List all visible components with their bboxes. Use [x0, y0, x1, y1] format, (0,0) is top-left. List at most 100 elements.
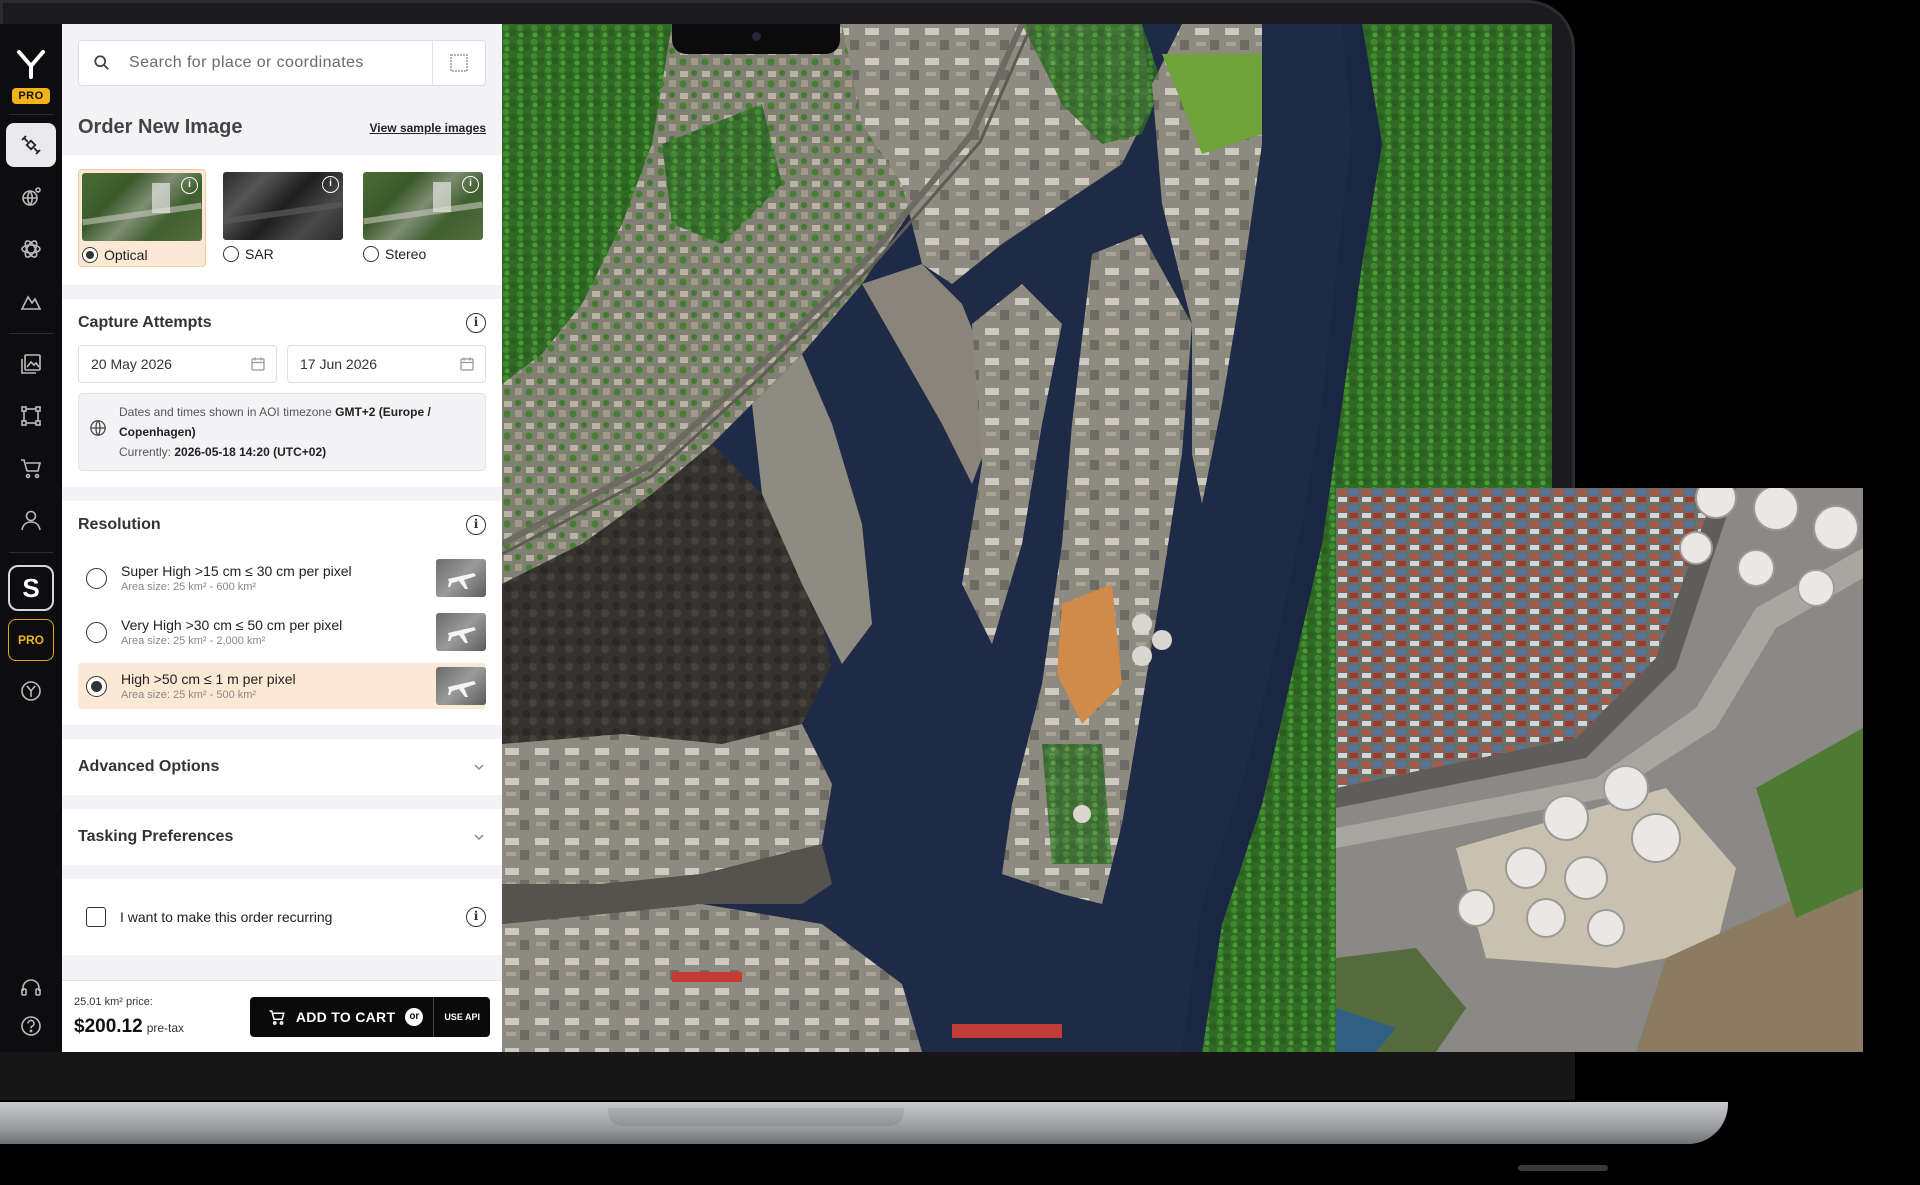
order-title: Order New Image: [78, 116, 243, 138]
resolution-option-very-high[interactable]: Very High >30 cm ≤ 50 cm per pixel Area …: [78, 609, 486, 655]
area-price-label: 25.01 km² price:: [74, 995, 153, 1008]
airplane-icon: [448, 573, 476, 589]
laptop-foot: [1518, 1165, 1608, 1171]
high-radio[interactable]: [86, 675, 107, 697]
laptop-opening-notch: [608, 1108, 904, 1126]
rail-aoi-button[interactable]: [6, 394, 56, 438]
calendar-icon: [251, 357, 265, 371]
select-area-icon: [450, 54, 468, 72]
resolution-option-super-high[interactable]: Super High >15 cm ≤ 30 cm per pixel Area…: [78, 555, 486, 601]
resolution-section: Resolution i Super High >15 cm ≤ 30 cm p…: [62, 501, 502, 725]
rail-terrain-button[interactable]: [6, 279, 56, 323]
view-sample-images-link[interactable]: View sample images: [369, 121, 486, 135]
info-icon[interactable]: i: [466, 313, 486, 333]
sar-radio[interactable]: [223, 246, 239, 262]
order-panel: Order New Image View sample images i Opt…: [62, 24, 502, 1052]
add-to-cart-label: ADD TO CART: [295, 1008, 396, 1025]
rail-analytics-button[interactable]: [6, 227, 56, 271]
sar-label: SAR: [245, 246, 274, 262]
high-area: Area size: 25 km² - 500 km²: [121, 689, 257, 701]
high-sample-image: [436, 667, 486, 705]
very-high-title: Very High >30 cm ≤ 50 cm per pixel: [121, 617, 343, 633]
info-icon[interactable]: i: [466, 515, 486, 535]
current-time-value: 2026-05-18 14:20 (UTC+02): [174, 445, 327, 459]
add-to-cart-button[interactable]: ADD TO CART or USE API: [249, 996, 490, 1037]
very-high-area: Area size: 25 km² - 2,000 km²: [121, 635, 266, 647]
stereo-label: Stereo: [385, 246, 427, 262]
user-icon: [21, 510, 41, 531]
camera-icon: [752, 32, 761, 41]
sar-thumbnail: i: [223, 172, 343, 240]
use-api-button[interactable]: USE API: [433, 996, 480, 1037]
globe-icon: [90, 420, 106, 436]
chevron-down-icon: [474, 764, 484, 771]
search-input[interactable]: [127, 53, 432, 73]
advanced-options-toggle[interactable]: Advanced Options: [62, 739, 502, 795]
draw-aoi-button[interactable]: [432, 41, 485, 85]
support-headset-icon[interactable]: [19, 976, 43, 1000]
inset-imagery: [1336, 488, 1863, 1052]
atom-icon: [21, 240, 41, 258]
rail-account-button[interactable]: [6, 498, 56, 542]
rail-pro-button[interactable]: PRO: [8, 619, 54, 661]
search-icon: [94, 55, 109, 70]
rail-s-button[interactable]: S: [8, 565, 54, 611]
cart-icon: [21, 459, 42, 479]
calendar-icon: [460, 357, 474, 371]
airplane-icon: [448, 681, 476, 697]
super-high-title: Super High >15 cm ≤ 30 cm per pixel: [121, 563, 352, 579]
rail-satellite-button[interactable]: [6, 123, 56, 167]
rail-bottom-group: [19, 976, 43, 1038]
info-icon[interactable]: i: [322, 176, 339, 193]
zoom-inset-image: [1336, 488, 1863, 1052]
info-icon[interactable]: i: [462, 176, 479, 193]
recurring-order-row: I want to make this order recurring i: [62, 879, 502, 955]
stereo-radio[interactable]: [363, 246, 379, 262]
info-icon[interactable]: i: [181, 177, 198, 194]
start-date-field[interactable]: 20 May 2026: [78, 345, 277, 383]
search-bar: [78, 40, 486, 86]
rail-cart-button[interactable]: [6, 446, 56, 490]
terrain-icon: [20, 295, 42, 310]
capture-attempts-title: Capture Attempts: [78, 314, 212, 331]
price-value: $200.12: [74, 1015, 143, 1037]
brand-circle-icon: [21, 681, 41, 701]
tasking-preferences-toggle[interactable]: Tasking Preferences: [62, 809, 502, 865]
rail-divider: [9, 333, 53, 334]
satellite-icon: [21, 135, 41, 155]
airplane-icon: [448, 627, 476, 643]
rail-divider: [9, 552, 53, 553]
image-type-stereo[interactable]: i Stereo: [360, 169, 486, 267]
end-date-field[interactable]: 17 Jun 2026: [287, 345, 486, 383]
optical-thumbnail: i: [82, 173, 202, 241]
start-date-value: 20 May 2026: [91, 356, 172, 372]
very-high-radio[interactable]: [86, 621, 107, 643]
current-time-prefix: Currently:: [119, 445, 172, 459]
optical-label: Optical: [104, 247, 148, 263]
very-high-sample-image: [436, 613, 486, 651]
rail-monitor-button[interactable]: [6, 175, 56, 219]
recurring-label: I want to make this order recurring: [120, 909, 333, 925]
crop-frame-icon: [21, 406, 41, 426]
super-high-radio[interactable]: [86, 567, 107, 589]
help-icon[interactable]: [19, 1014, 43, 1038]
resolution-option-high[interactable]: High >50 cm ≤ 1 m per pixel Area size: 2…: [78, 663, 486, 709]
rail-divider: [9, 114, 53, 115]
optical-radio[interactable]: [82, 247, 98, 263]
chevron-down-icon: [474, 834, 484, 841]
end-date-value: 17 Jun 2026: [300, 356, 378, 372]
rail-brand-button[interactable]: [6, 669, 56, 713]
image-type-optical[interactable]: i Optical: [78, 169, 206, 267]
camera-notch: [672, 24, 840, 54]
rail-gallery-button[interactable]: [6, 342, 56, 386]
capture-attempts-section: Capture Attempts i 20 May 2026 17 Jun 20…: [62, 299, 502, 487]
stereo-thumbnail: i: [363, 172, 483, 240]
recurring-checkbox[interactable]: [86, 907, 106, 927]
order-header: Order New Image View sample images: [78, 116, 486, 139]
image-type-sar[interactable]: i SAR: [220, 169, 346, 267]
icon-rail: PRO S PRO: [0, 24, 62, 1052]
high-title: High >50 cm ≤ 1 m per pixel: [121, 671, 296, 687]
resolution-title: Resolution: [78, 516, 161, 533]
info-icon[interactable]: i: [466, 907, 486, 927]
or-badge: or: [405, 1007, 424, 1026]
